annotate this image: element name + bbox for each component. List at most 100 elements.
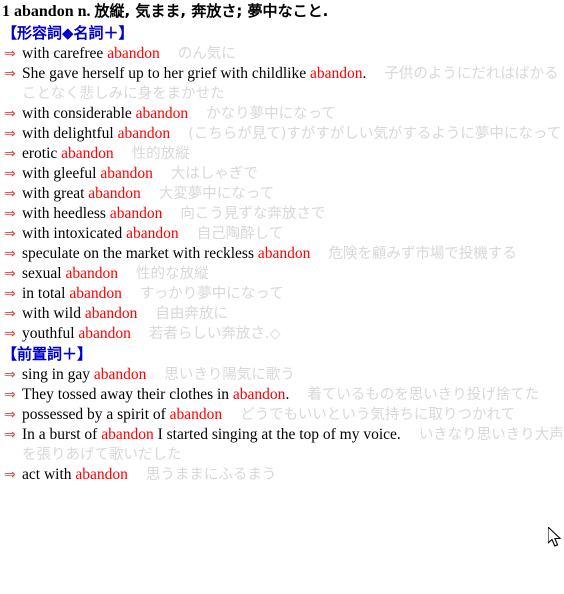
entry-gloss: 性的な放縦 (136, 266, 209, 282)
entry-row: ⇒ with considerable abandon かなり夢中になって (0, 104, 564, 124)
entry-gloss: どうでもいいという気持ちに取りつかれて (240, 407, 516, 423)
entry-row: ⇒ youthful abandon 若者らしい奔放さ.◇ (0, 324, 564, 344)
entry-phrase-prefix: erotic (22, 145, 62, 162)
entry-row: ⇒ with great abandon 大変夢中になって (0, 184, 564, 204)
arrow-icon: ⇒ (4, 206, 16, 222)
entry-keyword: abandon (88, 185, 141, 202)
arrow-icon: ⇒ (4, 367, 16, 383)
entry-phrase-prefix: with carefree (22, 45, 108, 62)
entry-phrase-prefix: She gave herself up to her grief with ch… (22, 65, 310, 82)
entry-row: ⇒ in total abandon すっかり夢中になって (0, 284, 564, 304)
entry-row: ⇒ sing in gay abandon 思いきり陽気に歌う (0, 365, 564, 385)
entry-keyword: abandon (135, 105, 189, 122)
entry-keyword: abandon (117, 125, 171, 142)
entry-keyword: abandon (61, 145, 114, 162)
entry-row: ⇒ with gleeful abandon 大はしゃぎで (0, 164, 564, 184)
entry-row: ⇒ sexual abandon 性的な放縦 (0, 264, 564, 284)
entry-gloss: 性的放縦 (131, 146, 190, 162)
arrow-icon: ⇒ (4, 126, 16, 142)
entry-row: ⇒ They tossed away their clothes in aband… (0, 385, 564, 405)
arrow-icon: ⇒ (4, 467, 16, 483)
entry-gloss: 着ているものを思いきり投げ捨てた (307, 387, 540, 403)
entry-gloss: (こちらが見て)すがすがしい気がするように夢中になって (188, 126, 562, 142)
entry-keyword: abandon (126, 225, 179, 242)
dictionary-entry-document: 1 abandon n. 放縦, 気まま, 奔放さ; 夢中なこと. 【形容詞◆名… (0, 0, 564, 485)
entry-phrase-prefix: sexual (22, 265, 66, 282)
entry-phrase-prefix: speculate on the market with reckless (22, 245, 258, 262)
entry-keyword: abandon (257, 245, 311, 262)
arrow-icon: ⇒ (4, 407, 16, 423)
entry-keyword: abandon (101, 426, 154, 443)
entry-keyword: abandon (84, 305, 138, 322)
entry-phrase-suffix: . (285, 386, 290, 403)
entry-gloss: 思うままにふるまう (145, 467, 277, 483)
entry-row: ⇒ possessed by a spirit of abandon どうでもいいと… (0, 405, 564, 425)
entry-keyword: abandon (109, 205, 163, 222)
entry-gloss: すっかり夢中になって (139, 286, 284, 302)
headword-definition: 放縦, 気まま, 奔放さ; 夢中なこと. (94, 2, 329, 20)
entry-keyword: abandon (107, 45, 160, 62)
entry-phrase-prefix: in total (22, 285, 70, 302)
entry-phrase-prefix: with intoxicated (22, 225, 127, 242)
entry-gloss: 大変夢中になって (158, 186, 275, 202)
headword-word: abandon (14, 3, 74, 20)
entry-row: ⇒ speculate on the market with reckless a… (0, 244, 564, 264)
entry-row: ⇒ with heedless abandon 向こう見ずな奔放さで (0, 204, 564, 224)
arrow-icon: ⇒ (4, 146, 16, 162)
entry-phrase-prefix: with heedless (22, 205, 110, 222)
entry-phrase-prefix: youthful (22, 325, 79, 342)
entry-gloss: 自己陶酔して (196, 226, 284, 242)
headword-pos: n. (77, 3, 91, 20)
entry-gloss: 思いきり陽気に歌う (164, 367, 295, 383)
entry-gloss: 自由奔放に (155, 306, 228, 322)
entry-phrase-prefix: with delightful (22, 125, 118, 142)
entry-row: ⇒ In a burst of abandon I started singing… (0, 425, 564, 465)
arrow-icon: ⇒ (4, 186, 16, 202)
entry-keyword: abandon (78, 325, 131, 342)
mouse-cursor (548, 527, 562, 547)
entry-row: ⇒ with wild abandon 自由奔放に (0, 304, 564, 324)
arrow-icon: ⇒ (4, 166, 16, 182)
entry-gloss: 若者らしい奔放さ.◇ (148, 326, 281, 342)
entry-gloss: のん気に (177, 46, 236, 62)
arrow-icon: ⇒ (4, 66, 16, 82)
entry-keyword: abandon (65, 265, 118, 282)
entry-keyword: abandon (232, 386, 286, 403)
entry-row: ⇒ act with abandon 思うままにふるまう (0, 465, 564, 485)
arrow-icon: ⇒ (4, 226, 16, 242)
entry-phrase-suffix: . (362, 65, 367, 82)
entry-phrase-prefix: with considerable (22, 105, 136, 122)
entry-phrase-prefix: They tossed away their clothes in (22, 386, 233, 403)
entry-phrase-prefix: In a burst of (22, 426, 102, 443)
arrow-icon: ⇒ (4, 306, 16, 322)
arrow-icon: ⇒ (4, 246, 16, 262)
arrow-icon: ⇒ (4, 266, 16, 282)
entry-phrase-prefix: with great (22, 185, 89, 202)
entry-gloss: かなり夢中になって (206, 106, 336, 122)
entry-phrase-suffix: I started singing at the top of my voice… (153, 426, 401, 443)
entry-row: ⇒ with delightful abandon (こちらが見て)すがすがしい気が… (0, 124, 564, 144)
arrow-icon: ⇒ (4, 106, 16, 122)
entry-keyword: abandon (309, 65, 363, 82)
entry-keyword: abandon (169, 406, 223, 423)
entry-phrase-prefix: possessed by a spirit of (22, 406, 170, 423)
entry-gloss: 向こう見ずな奔放さで (180, 206, 326, 222)
arrow-icon: ⇒ (4, 427, 16, 443)
category-header: 【前置詞＋】 (2, 345, 93, 363)
arrow-icon: ⇒ (4, 326, 16, 342)
arrow-icon: ⇒ (4, 46, 16, 62)
entry-phrase-prefix: act with (22, 466, 76, 483)
headword-number: 1 (2, 3, 10, 20)
entry-keyword: abandon (75, 466, 128, 483)
entry-gloss: 大はしゃぎで (170, 166, 258, 182)
entry-row: ⇒ with intoxicated abandon 自己陶酔して (0, 224, 564, 244)
entry-phrase-prefix: sing in gay (22, 366, 94, 383)
arrow-icon: ⇒ (4, 286, 16, 302)
entry-keyword: abandon (69, 285, 122, 302)
sections-container: 【形容詞◆名詞＋】 ⇒ with carefree abandon のん気に ⇒ She … (0, 23, 564, 485)
entry-keyword: abandon (93, 366, 147, 383)
category-header: 【形容詞◆名詞＋】 (2, 24, 134, 42)
entry-phrase-prefix: with wild (22, 305, 85, 322)
entry-row: ⇒ erotic abandon 性的放縦 (0, 144, 564, 164)
entry-keyword: abandon (100, 165, 153, 182)
